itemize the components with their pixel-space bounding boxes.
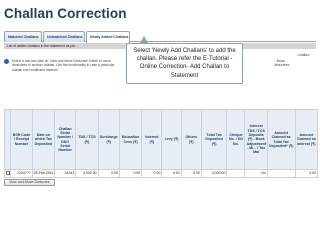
column-header: Interest (₹) — [141, 109, 163, 170]
table-cell — [266, 169, 296, 178]
table-cell: No — [244, 169, 268, 178]
table-cell: 0.00 — [97, 169, 120, 178]
column-header: Cheque No. / DD No. — [226, 109, 246, 170]
column-header: Education Cess (₹) — [118, 109, 143, 170]
table-cell: 1234??? — [10, 169, 33, 178]
info-note-text: Select a row and click on 'View and Move… — [11, 59, 115, 72]
column-header: TDS / TCS (₹) — [75, 109, 99, 170]
column-header: Levy (₹) — [161, 109, 182, 170]
tab-newly-added-challans[interactable]: Newly Added Challans — [86, 31, 130, 43]
table-cell — [226, 169, 246, 178]
checkbox-icon[interactable] — [6, 171, 10, 176]
column-header: Amount Claimed as Total Tax Deposited* (… — [266, 109, 296, 170]
info-note-right-text: ...those deductees. — [274, 59, 291, 68]
table-cell: 0.00 — [180, 169, 202, 178]
tab-strip: Matched Challans Unmatched Challans Newl… — [4, 30, 316, 43]
tab-unmatched-challans[interactable]: Unmatched Challans — [43, 31, 85, 42]
table-cell: 0.00 — [161, 169, 182, 178]
table-cell: 0.00 — [118, 169, 143, 178]
row-select-checkbox[interactable] — [3, 169, 12, 178]
tab-matched-challans[interactable]: Matched Challans — [4, 31, 42, 42]
table-row[interactable]: 1234??? 28-Feb-2011 34343 4,000.00 0.00 … — [3, 169, 318, 178]
challans-table: BSR Code / Receipt Number Date on which … — [3, 109, 318, 178]
column-header: Others (₹) — [180, 109, 202, 170]
table-cell: 4,000.00 — [75, 169, 99, 178]
column-header: Interest TDS / TCS Deposits (₹) - Book A… — [244, 109, 268, 170]
table-cell: 28-Feb-2011 — [31, 169, 56, 178]
column-header: BSR Code / Receipt Number — [10, 109, 33, 170]
info-bullet-icon — [4, 59, 9, 64]
table-cell: 0.00 — [294, 169, 318, 178]
table-cell: 0.00 — [141, 169, 163, 178]
table-header-row: BSR Code / Receipt Number Date on which … — [3, 109, 318, 170]
table-cell: 34343 — [53, 169, 77, 178]
column-header: Amount Claimed as Interest (₹) — [294, 109, 318, 170]
callout-tooltip: Select 'Newly Add Challans' to add the c… — [126, 43, 243, 84]
table-cell: 4,000.00 — [200, 169, 228, 178]
column-header: Date on which Tax Deposited — [31, 109, 56, 170]
page-title: Challan Correction — [4, 6, 127, 21]
view-and-move-deductee-button[interactable]: View and Move Deductee — [4, 179, 55, 186]
column-header: Surcharge (₹) — [97, 109, 120, 170]
column-header: Challan Serial Number / DDO Serial Numbe… — [53, 109, 77, 170]
callout-arrow-icon — [140, 36, 148, 43]
info-row-right: ...challan: — [295, 53, 310, 57]
column-header: Total Tax Deposited (₹) — [200, 109, 228, 170]
